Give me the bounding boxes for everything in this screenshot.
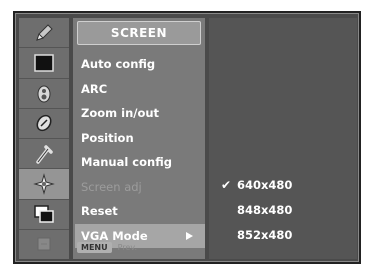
- menu-item-arc[interactable]: ARC: [81, 77, 205, 102]
- category-tools[interactable]: [19, 139, 69, 170]
- category-screen[interactable]: [19, 200, 69, 230]
- vga-option-848x480[interactable]: 848x480: [219, 198, 292, 223]
- vga-option-label: 848x480: [237, 203, 293, 217]
- audio-icon: [37, 85, 51, 103]
- menu-item-zoom[interactable]: Zoom in/out: [81, 101, 205, 126]
- menu-item-screen-adj: Screen adj: [81, 179, 142, 194]
- menu-item-reset[interactable]: Reset: [81, 199, 205, 224]
- pencil-icon: [36, 23, 53, 41]
- menu-footer: MENU Prev.: [77, 239, 201, 255]
- menu-item-auto-config[interactable]: Auto config: [81, 52, 205, 77]
- screen-icon: [34, 205, 54, 223]
- vga-option-label: 640x480: [237, 178, 293, 192]
- menu-item-position[interactable]: Position: [81, 126, 205, 151]
- osd-menu-window: SCREEN Auto config ARC Zoom in/out Posit…: [13, 11, 361, 264]
- category-audio[interactable]: [19, 79, 69, 109]
- category-screen-options[interactable]: [19, 169, 69, 200]
- category-time[interactable]: [19, 109, 69, 139]
- vga-mode-submenu: ✔ 640x480 848x480 852x480: [209, 18, 357, 259]
- category-picture[interactable]: [19, 48, 69, 79]
- puzzle-icon: [33, 173, 55, 195]
- check-icon: ✔: [221, 178, 232, 192]
- menu-item-manual-config[interactable]: Manual config: [81, 150, 205, 175]
- vga-option-label: 852x480: [237, 228, 293, 242]
- clock-icon: [36, 115, 52, 132]
- screen-menu-panel: SCREEN Auto config ARC Zoom in/out Posit…: [73, 18, 205, 259]
- category-icon-column: [19, 18, 69, 259]
- category-input[interactable]: [19, 230, 69, 259]
- category-pencil[interactable]: [19, 18, 69, 49]
- menu-key-badge[interactable]: MENU: [77, 241, 112, 253]
- input-icon: [37, 237, 51, 251]
- vga-option-852x480[interactable]: 852x480: [219, 223, 292, 248]
- wrench-icon: [36, 144, 53, 164]
- vga-option-640x480[interactable]: ✔ 640x480: [219, 173, 292, 198]
- picture-icon: [34, 54, 54, 72]
- menu-title: SCREEN: [77, 21, 201, 45]
- vga-mode-options: ✔ 640x480 848x480 852x480: [219, 173, 292, 248]
- menu-footer-hint: Prev.: [117, 242, 137, 252]
- menu-list: Auto config ARC Zoom in/out Position Man…: [75, 52, 205, 248]
